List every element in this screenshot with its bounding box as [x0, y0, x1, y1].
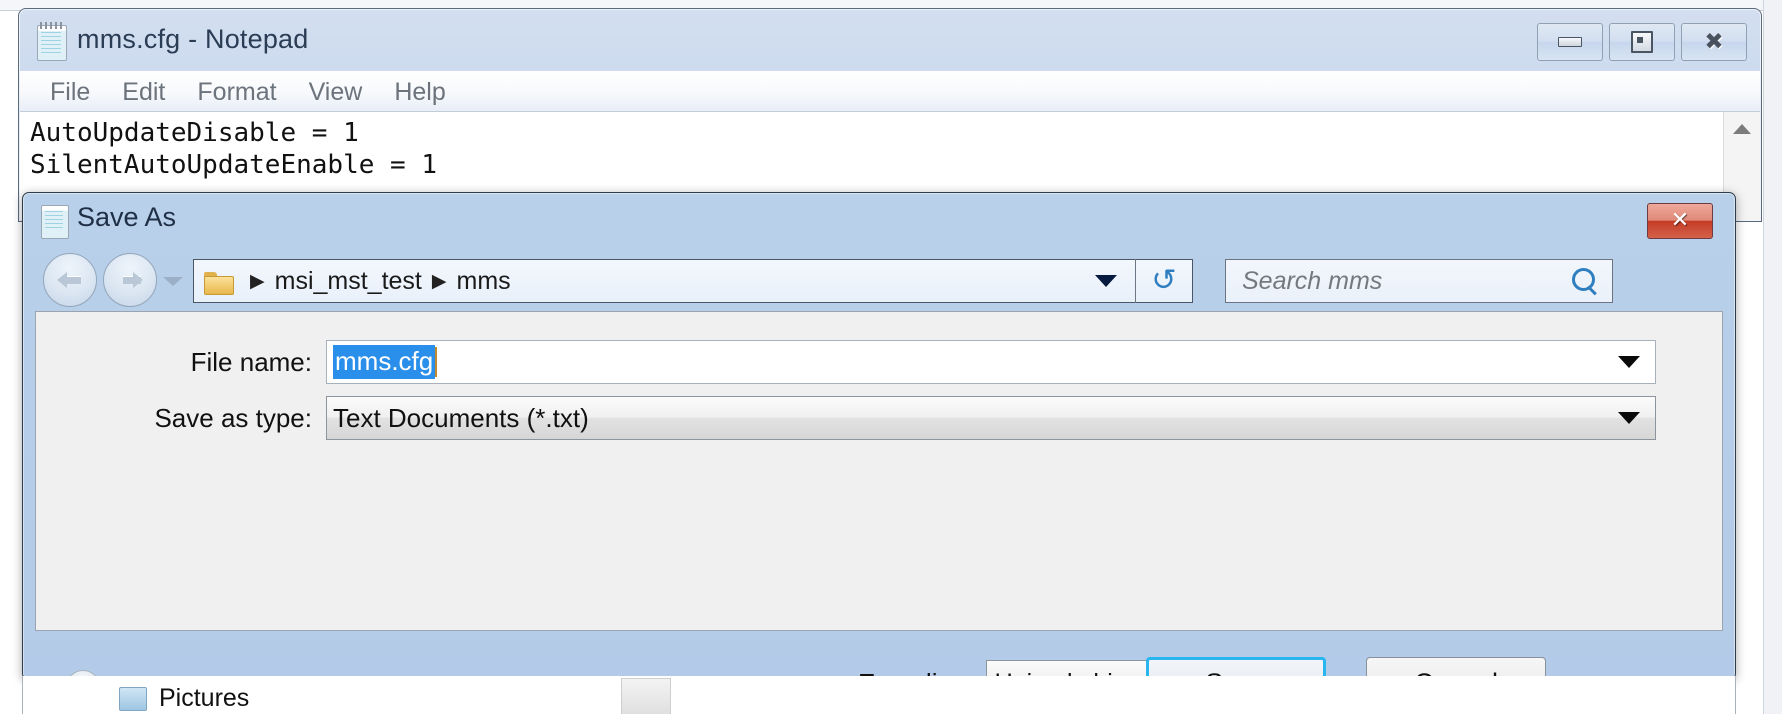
save-as-dialog: Save As ✕ ▶ msi_mst_test ▶ mms ↺ Search …: [22, 192, 1736, 678]
address-dropdown-chevron-down-icon[interactable]: [1095, 275, 1117, 287]
breadcrumb-separator-icon: ▶: [431, 270, 447, 292]
menu-item-view[interactable]: View: [293, 78, 379, 107]
file-name-input[interactable]: mms.cfg: [326, 340, 1656, 384]
dialog-title: Save As: [77, 202, 177, 232]
notepad-titlebar[interactable]: mms.cfg - Notepad ✖: [19, 9, 1761, 71]
dialog-body: File name: mms.cfg Save as type: Text Do…: [35, 311, 1723, 677]
menu-item-help[interactable]: Help: [378, 78, 461, 107]
pictures-folder-icon: [119, 686, 147, 711]
menu-item-edit[interactable]: Edit: [106, 78, 181, 107]
menu-item-format[interactable]: Format: [181, 78, 292, 107]
notepad-window-buttons: ✖: [1537, 23, 1747, 61]
file-name-value: mms.cfg: [333, 345, 436, 379]
notepad-document-icon: [37, 22, 67, 61]
dialog-titlebar[interactable]: Save As ✕: [23, 193, 1735, 247]
maximize-icon: [1631, 31, 1653, 53]
save-as-type-select[interactable]: Text Documents (*.txt): [326, 396, 1656, 440]
notepad-menu-items: File Edit Format View Help: [34, 78, 462, 107]
background-file-list: Pictures: [22, 676, 1736, 714]
save-as-type-dropdown-button[interactable]: [1603, 397, 1655, 439]
save-as-type-row: Save as type: Text Documents (*.txt): [36, 396, 1722, 440]
breadcrumb: ▶ msi_mst_test ▶ mms: [240, 267, 511, 296]
close-button[interactable]: ✖: [1681, 23, 1747, 61]
cancel-button[interactable]: Cancel: [1366, 657, 1546, 677]
dialog-close-button[interactable]: ✕: [1647, 203, 1713, 239]
search-input[interactable]: Search mms: [1242, 267, 1382, 296]
refresh-icon: ↺: [1151, 263, 1177, 298]
file-name-label: File name:: [190, 346, 312, 377]
recent-pages-chevron-down-icon[interactable]: [163, 277, 183, 286]
address-bar[interactable]: ▶ msi_mst_test ▶ mms ↺: [193, 259, 1193, 303]
list-item[interactable]: Pictures: [119, 684, 249, 713]
save-as-type-value: Text Documents (*.txt): [333, 402, 589, 433]
folder-icon: [204, 269, 234, 295]
background-right-column: [1763, 0, 1782, 714]
save-button[interactable]: Save: [1146, 657, 1326, 677]
chevron-up-icon: [1733, 124, 1751, 134]
breadcrumb-item-msi-mst-test[interactable]: msi_mst_test: [275, 267, 422, 296]
menu-item-file[interactable]: File: [34, 78, 106, 107]
notepad-document-icon: [41, 205, 69, 239]
chevron-down-icon: [1618, 356, 1640, 368]
close-icon: ✕: [1670, 208, 1690, 233]
minimize-icon: [1558, 37, 1582, 47]
arrow-left-icon: [57, 272, 83, 288]
screen: mms.cfg - Notepad ✖ File Edit Format Vie…: [0, 0, 1782, 714]
file-name-row: File name: mms.cfg: [36, 340, 1722, 384]
breadcrumb-item-mms[interactable]: mms: [457, 267, 511, 296]
maximize-button[interactable]: [1609, 23, 1675, 61]
back-button[interactable]: [43, 253, 97, 307]
refresh-button[interactable]: ↺: [1136, 260, 1192, 302]
scroll-up-button[interactable]: [1724, 112, 1760, 146]
minimize-button[interactable]: [1537, 23, 1603, 61]
search-box[interactable]: Search mms: [1225, 259, 1613, 303]
search-icon: [1572, 268, 1598, 294]
save-as-type-label: Save as type:: [154, 402, 312, 433]
close-icon: ✖: [1704, 28, 1724, 55]
notepad-title: mms.cfg - Notepad: [77, 24, 309, 54]
notepad-menubar: File Edit Format View Help: [20, 71, 1760, 112]
forward-button[interactable]: [103, 253, 157, 307]
chevron-down-icon: [1618, 412, 1640, 424]
arrow-right-icon: [117, 272, 143, 288]
dialog-navigation-row: ▶ msi_mst_test ▶ mms ↺ Search mms: [23, 247, 1735, 309]
notepad-window: mms.cfg - Notepad ✖ File Edit Format Vie…: [18, 8, 1762, 222]
file-name-dropdown-button[interactable]: [1603, 341, 1655, 383]
breadcrumb-separator-icon: ▶: [250, 270, 265, 292]
list-item-label: Pictures: [159, 684, 250, 712]
list-scrollbar-thumb[interactable]: [621, 678, 671, 714]
text-caret: [435, 347, 438, 377]
